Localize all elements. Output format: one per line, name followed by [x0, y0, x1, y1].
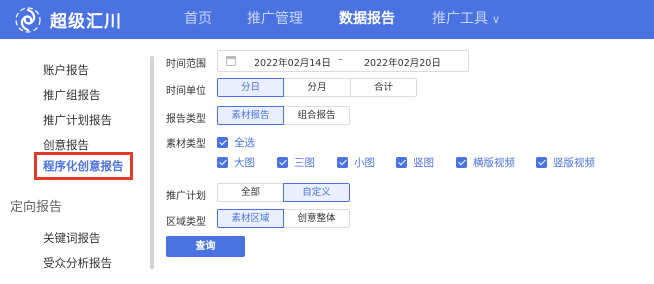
material-option-label: 横版视频 — [473, 157, 515, 169]
checkmark-icon — [456, 157, 467, 168]
date-range-picker[interactable]: 2022年02月14日 – 2022年02月20日 — [217, 50, 469, 72]
date-start: 2022年02月14日 — [254, 58, 331, 69]
material-large-image-checkbox[interactable]: 大图 — [217, 155, 255, 170]
material-option-label: 小图 — [354, 157, 375, 169]
date-separator: – — [338, 54, 343, 65]
material-select-all-checkbox[interactable]: 全选 — [217, 135, 255, 150]
app-root: 超级汇川 首页 推广管理 数据报告 推广工具 ∨ 账户报告 推广组报告 推广计划报… — [0, 0, 654, 284]
sidebar-item-plan-report[interactable]: 推广计划报告 — [43, 112, 112, 128]
time-unit-daily[interactable]: 分日 — [217, 78, 284, 97]
material-option-label: 竖图 — [413, 157, 434, 169]
sidebar-item-creative-report[interactable]: 创意报告 — [43, 137, 89, 153]
material-horizontal-video-checkbox[interactable]: 横版视频 — [456, 155, 515, 170]
material-type-label: 素材类型 — [166, 139, 206, 150]
top-nav-bar: 超级汇川 首页 推广管理 数据报告 推广工具 ∨ — [0, 0, 654, 39]
checkmark-icon — [217, 137, 228, 148]
nav-promotion-management[interactable]: 推广管理 — [247, 0, 303, 39]
sidebar-section-targeting-report[interactable]: 定向报告 — [10, 196, 62, 215]
material-option-label: 三图 — [294, 157, 315, 169]
nav-data-report[interactable]: 数据报告 — [339, 0, 395, 39]
nav-home[interactable]: 首页 — [184, 0, 212, 39]
material-vertical-video-checkbox[interactable]: 竖版视频 — [536, 155, 595, 170]
material-option-label: 大图 — [234, 157, 255, 169]
chevron-down-icon: ∨ — [492, 13, 501, 26]
sidebar-item-account-report[interactable]: 账户报告 — [43, 62, 89, 78]
checkmark-icon — [337, 157, 348, 168]
plan-custom[interactable]: 自定义 — [283, 183, 350, 202]
query-button[interactable]: 查询 — [166, 236, 245, 257]
swirl-logo-icon — [15, 6, 41, 33]
plan-label: 推广计划 — [166, 191, 206, 202]
material-three-images-checkbox[interactable]: 三图 — [277, 155, 315, 170]
checkmark-icon — [536, 157, 547, 168]
time-unit-total[interactable]: 合计 — [350, 78, 417, 97]
sidebar-item-audience-report[interactable]: 受众分析报告 — [43, 255, 112, 271]
sidebar: 账户报告 推广组报告 推广计划报告 创意报告 程序化创意报告 定向报告 关键词报… — [0, 39, 150, 284]
report-type-label: 报告类型 — [166, 114, 206, 125]
region-type-material[interactable]: 素材区域 — [217, 209, 284, 228]
nav-promotion-tools-label: 推广工具 — [432, 11, 488, 27]
date-end: 2022年02月20日 — [364, 58, 441, 69]
sidebar-item-keyword-report[interactable]: 关键词报告 — [43, 230, 101, 246]
time-range-label: 时间范围 — [166, 59, 206, 70]
time-unit-label: 时间单位 — [166, 86, 206, 97]
report-type-combination[interactable]: 组合报告 — [283, 106, 350, 125]
plan-all[interactable]: 全部 — [217, 183, 284, 202]
brand-name: 超级汇川 — [50, 12, 122, 32]
region-type-creative-whole[interactable]: 创意整体 — [283, 209, 350, 228]
material-select-all-label: 全选 — [234, 137, 255, 149]
material-small-image-checkbox[interactable]: 小图 — [337, 155, 375, 170]
nav-promotion-tools[interactable]: 推广工具 ∨ — [432, 0, 500, 39]
time-unit-monthly[interactable]: 分月 — [283, 78, 351, 97]
sidebar-item-programmatic-creative-report[interactable]: 程序化创意报告 — [34, 152, 133, 180]
brand-logo[interactable]: 超级汇川 — [14, 0, 122, 39]
material-option-label: 竖版视频 — [553, 157, 595, 169]
region-type-label: 区域类型 — [166, 217, 206, 228]
checkmark-icon — [396, 157, 407, 168]
material-vertical-image-checkbox[interactable]: 竖图 — [396, 155, 434, 170]
checkmark-icon — [217, 157, 228, 168]
sidebar-item-group-report[interactable]: 推广组报告 — [43, 87, 101, 103]
sidebar-scrollbar[interactable] — [150, 56, 154, 269]
calendar-icon — [226, 56, 236, 66]
report-type-material[interactable]: 素材报告 — [217, 106, 284, 125]
checkmark-icon — [277, 157, 288, 168]
